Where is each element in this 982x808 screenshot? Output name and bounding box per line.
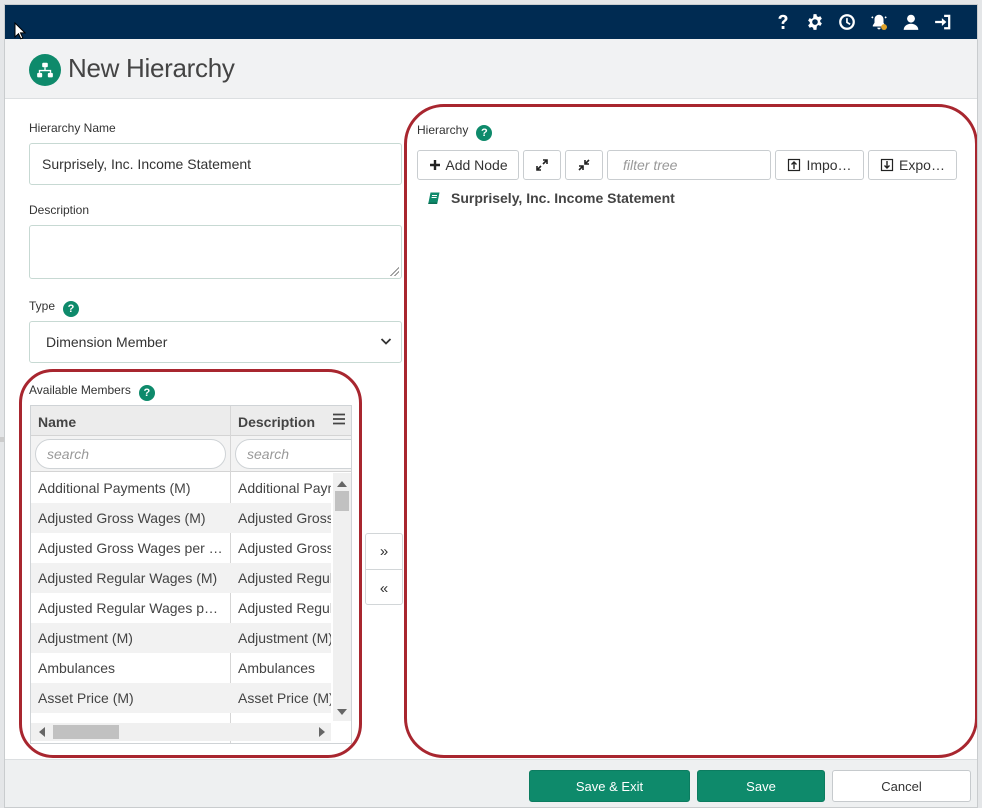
description-label: Description (29, 203, 90, 217)
cell-description: Adjusted Regular Wages per Employee (M) (238, 600, 331, 616)
filter-tree-input[interactable]: filter tree (607, 150, 771, 180)
cell-name: Adjusted Gross Wages (M) (38, 510, 206, 526)
table-row[interactable]: Adjusted Gross Wages (M) Adjusted Gross W… (31, 503, 331, 533)
column-header-name[interactable]: Name (38, 414, 76, 430)
available-members-help-icon[interactable]: ? (138, 385, 155, 401)
column-header-description[interactable]: Description (238, 414, 315, 430)
cell-name: Asset Price (M) (38, 690, 134, 706)
collapse-all-button[interactable] (565, 150, 603, 180)
save-exit-button[interactable]: Save & Exit (529, 770, 690, 802)
cell-name: Adjusted Regular Wages per Employee (M) (38, 600, 224, 616)
cell-description: Ambulances (238, 660, 316, 676)
top-navbar (5, 5, 977, 39)
mouse-cursor-icon (14, 22, 26, 40)
type-select[interactable]: Dimension Member (29, 321, 402, 363)
hierarchy-name-input[interactable]: Surprisely, Inc. Income Statement (29, 143, 402, 185)
cancel-button[interactable]: Cancel (832, 770, 971, 802)
tree-root-label: Surprisely, Inc. Income Statement (451, 190, 675, 206)
scroll-left-icon[interactable] (39, 727, 45, 737)
cell-description: Adjusted Regular Wages (M) (238, 570, 331, 586)
grid-filter-row: search search (31, 436, 351, 472)
clock-icon[interactable] (837, 12, 857, 32)
import-button[interactable]: Impo… (775, 150, 864, 180)
page-title: New Hierarchy (68, 53, 235, 83)
type-label: Type (29, 299, 56, 313)
table-row[interactable]: Additional Payments (M) Additional Paymen… (31, 473, 331, 503)
app-window: New Hierarchy Hierarchy Name Surprisely,… (4, 4, 978, 808)
vertical-scroll-thumb[interactable] (335, 491, 349, 511)
type-selected-value: Dimension Member (46, 334, 168, 350)
help-icon[interactable] (773, 12, 793, 32)
save-button[interactable]: Save (697, 770, 825, 802)
notification-bell-icon[interactable] (869, 12, 889, 32)
table-row[interactable]: Adjustment (M) Adjustment (M) (31, 623, 331, 653)
scroll-up-icon[interactable] (337, 481, 347, 487)
window-edge-handle (0, 437, 4, 442)
resize-grip-icon[interactable] (389, 266, 399, 276)
add-node-button[interactable]: Add Node (417, 150, 519, 180)
user-icon[interactable] (901, 12, 921, 32)
scroll-right-icon[interactable] (319, 727, 325, 737)
available-members-label-row: Available Members? (29, 383, 155, 401)
hierarchy-help-icon[interactable]: ? (476, 125, 493, 141)
name-search-input[interactable]: search (35, 439, 226, 469)
table-row[interactable]: Adjusted Regular Wages per Employee (M) A… (31, 593, 331, 623)
hierarchy-label-row: Hierarchy? (417, 123, 493, 141)
add-to-hierarchy-button[interactable]: » (366, 534, 402, 570)
hierarchy-name-label: Hierarchy Name (29, 121, 116, 135)
hierarchy-icon (29, 54, 61, 86)
logout-icon[interactable] (933, 12, 953, 32)
footer-bar: Save & Exit Save Cancel (5, 759, 977, 807)
plus-icon (430, 160, 441, 170)
cell-name: Adjustment (M) (38, 630, 133, 646)
expand-icon (536, 159, 548, 171)
cell-description: Adjustment (M) (238, 630, 331, 646)
type-label-row: Type? (29, 299, 80, 317)
hierarchy-label: Hierarchy (417, 123, 469, 137)
column-menu-icon[interactable] (332, 412, 346, 426)
table-row[interactable]: Adjusted Gross Wages per Employee (M) Adj… (31, 533, 331, 563)
chevron-down-icon (380, 338, 392, 345)
description-textarea[interactable] (29, 225, 402, 279)
book-icon (428, 192, 440, 204)
compress-icon (578, 159, 590, 171)
export-icon (880, 158, 894, 172)
grid-rows: Additional Payments (M) Additional Paymen… (31, 473, 331, 713)
export-label: Expo… (899, 157, 945, 173)
add-node-label: Add Node (445, 157, 508, 173)
table-row[interactable]: Ambulances Ambulances (31, 653, 331, 683)
page-header: New Hierarchy (5, 39, 977, 99)
cell-description: Adjusted Gross Wages per Employee (M) (238, 540, 331, 556)
available-members-label: Available Members (29, 383, 131, 397)
remove-from-hierarchy-button[interactable]: « (366, 570, 402, 606)
cell-name: Ambulances (38, 660, 116, 676)
cell-name: Adjusted Gross Wages per Employee (M) (38, 540, 224, 556)
available-members-grid: Name Description search search Additiona… (30, 405, 352, 744)
cell-name: Adjusted Regular Wages (M) (38, 570, 218, 586)
import-label: Impo… (806, 157, 852, 173)
table-row[interactable]: Adjusted Regular Wages (M) Adjusted Regul… (31, 563, 331, 593)
cell-description: Asset Price (M) (238, 690, 331, 706)
type-help-icon[interactable]: ? (63, 301, 80, 317)
move-buttons: » « (365, 533, 403, 605)
expand-all-button[interactable] (523, 150, 561, 180)
cell-name: Additional Payments (M) (38, 480, 191, 496)
grid-header: Name Description (31, 406, 351, 436)
import-icon (788, 158, 801, 172)
cell-description: Adjusted Gross Wages (M) (238, 510, 331, 526)
table-row[interactable]: Asset Price (M) Asset Price (M) (31, 683, 331, 713)
horizontal-scroll-thumb[interactable] (53, 725, 119, 739)
description-search-input[interactable]: search (235, 439, 351, 469)
vertical-scrollbar[interactable] (333, 473, 351, 721)
cell-description: Additional Payments (M) (238, 480, 331, 496)
horizontal-scrollbar[interactable] (31, 723, 331, 741)
scroll-down-icon[interactable] (337, 709, 347, 715)
tree-root-node[interactable]: Surprisely, Inc. Income Statement (427, 190, 675, 206)
gear-icon[interactable] (805, 12, 825, 32)
export-button[interactable]: Expo… (868, 150, 957, 180)
